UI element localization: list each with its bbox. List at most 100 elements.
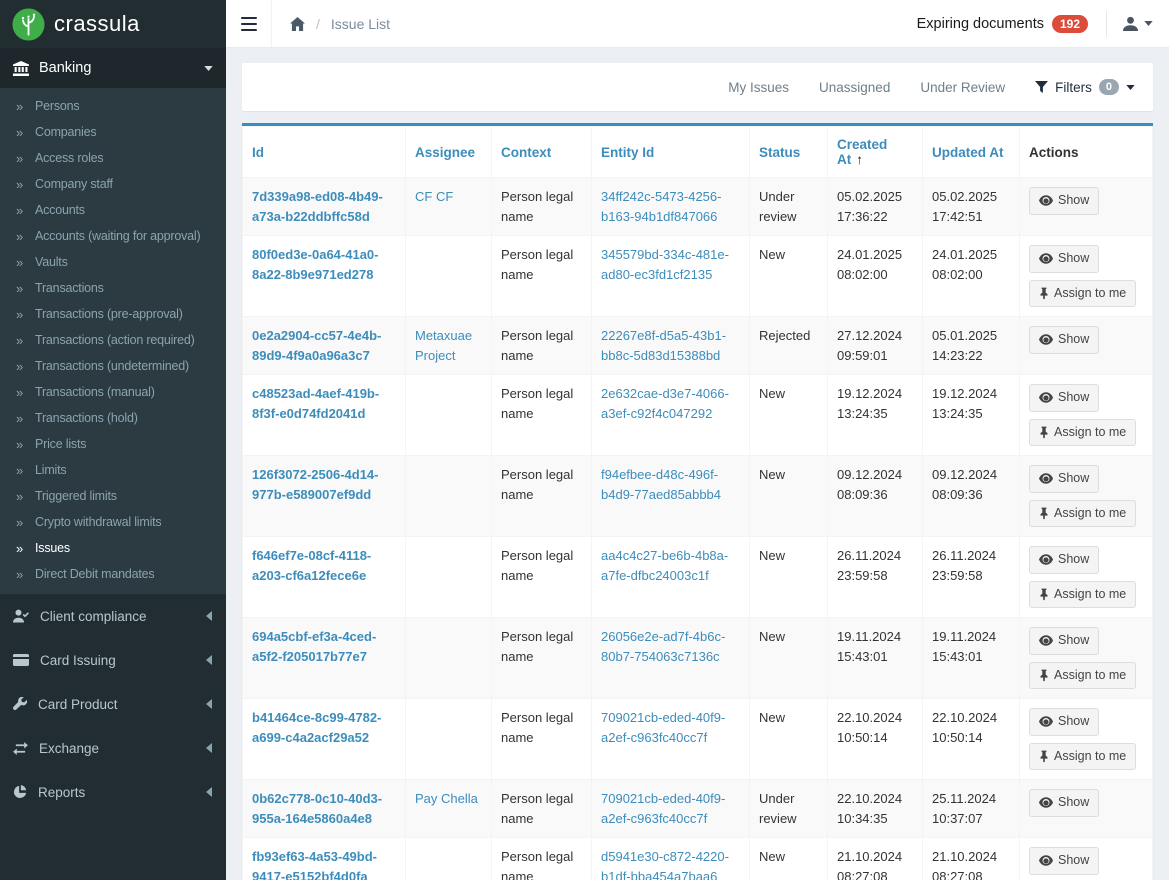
main-content: My Issues Unassigned Under Review Filters … [226,48,1169,880]
sidebar-item-transactions[interactable]: » Transactions [0,275,226,301]
sidebar-item-persons[interactable]: » Persons [0,93,226,119]
user-menu-button[interactable] [1107,0,1169,47]
status-cell: New [749,617,828,699]
sidebar-item-access-roles[interactable]: » Access roles [0,145,226,171]
show-button[interactable]: Show [1029,789,1100,817]
entity-id-link[interactable]: 345579bd-334c-481e-ad80-ec3fd1cf2135 [601,247,729,282]
assignee-cell: Metaxuae Project [405,316,492,375]
sidebar-item-price-lists[interactable]: » Price lists [0,431,226,457]
sidebar-item-transactions-undetermined[interactable]: » Transactions (undetermined) [0,353,226,379]
sidebar-item-accounts-waiting-for-approval[interactable]: » Accounts (waiting for approval) [0,223,226,249]
column-header-id[interactable]: Id [242,126,406,178]
column-header-created-at[interactable]: Created At ↑ [827,126,923,178]
show-button[interactable]: Show [1029,384,1100,412]
sidebar-item-issues[interactable]: » Issues [0,535,226,561]
issue-id-link[interactable]: c48523ad-4aef-419b-8f3f-e0d74fd2041d [252,386,379,421]
entity-id-link[interactable]: aa4c4c27-be6b-4b8a-a7fe-dfbc24003c1f [601,548,728,583]
sidebar-section-reports[interactable]: Reports [0,770,226,814]
assignee-link[interactable]: CF CF [415,189,453,204]
chevron-down-icon [204,65,213,71]
entity-id-link[interactable]: 709021cb-eded-40f9-a2ef-c963fc40cc7f [601,791,725,826]
sidebar-item-accounts[interactable]: » Accounts [0,197,226,223]
sidebar-item-transactions-action-required[interactable]: » Transactions (action required) [0,327,226,353]
column-header-status[interactable]: Status [749,126,828,178]
sidebar-item-company-staff[interactable]: » Company staff [0,171,226,197]
entity-id-link[interactable]: 709021cb-eded-40f9-a2ef-c963fc40cc7f [601,710,725,745]
filters-label: Filters [1055,79,1092,95]
updated-at-cell: 26.11.2024 23:59:58 [922,536,1020,618]
assignee-link[interactable]: Pay Chella [415,791,478,806]
sidebar-item-vaults[interactable]: » Vaults [0,249,226,275]
entity-id-cell: 709021cb-eded-40f9-a2ef-c963fc40cc7f [591,698,750,780]
issue-id-link[interactable]: fb93ef63-4a53-49bd-9417-e5152bf4d0fa [252,849,377,880]
show-button[interactable]: Show [1029,847,1100,875]
sidebar-item-triggered-limits[interactable]: » Triggered limits [0,483,226,509]
toolbar-link-my-issues[interactable]: My Issues [728,80,789,95]
entity-id-link[interactable]: 26056e2e-ad7f-4b6c-80b7-754063c7136c [601,629,725,664]
angle-double-right-icon: » [16,540,24,556]
column-header-entity-id[interactable]: Entity Id [591,126,750,178]
status-cell: New [749,698,828,780]
issue-id-link[interactable]: 694a5cbf-ef3a-4ced-a5f2-f205017b77e7 [252,629,376,664]
issue-id-link[interactable]: 126f3072-2506-4d14-977b-e589007ef9dd [252,467,378,502]
issue-id-link[interactable]: 0b62c778-0c10-40d3-955a-164e5860a4e8 [252,791,382,826]
status-cell: New [749,455,828,537]
sidebar-item-limits[interactable]: » Limits [0,457,226,483]
filters-dropdown[interactable]: Filters 0 [1035,79,1135,95]
button-label: Show [1058,193,1090,207]
assign-to-me-button[interactable]: Assign to me [1029,580,1137,608]
sidebar-section-banking[interactable]: Banking [0,48,226,88]
entity-id-link[interactable]: d5941e30-c872-4220-b1df-bba454a7baa6 [601,849,729,880]
show-button[interactable]: Show [1029,627,1100,655]
entity-id-link[interactable]: 34ff242c-5473-4256-b163-94b1df847066 [601,189,721,224]
status-cell: New [749,536,828,618]
sidebar-item-transactions-manual[interactable]: » Transactions (manual) [0,379,226,405]
show-button[interactable]: Show [1029,245,1100,273]
sidebar-item-crypto-withdrawal-limits[interactable]: » Crypto withdrawal limits [0,509,226,535]
sidebar-section-card-issuing[interactable]: Card Issuing [0,638,226,682]
show-button[interactable]: Show [1029,187,1100,215]
home-icon[interactable] [290,16,305,31]
issue-id-link[interactable]: f646ef7e-08cf-4118-a203-cf6a12fece6e [252,548,371,583]
sidebar-item-transactions-pre-approval[interactable]: » Transactions (pre-approval) [0,301,226,327]
column-header-context[interactable]: Context [491,126,592,178]
entity-id-link[interactable]: f94efbee-d48c-496f-b4d9-77aed85abbb4 [601,467,721,502]
assign-to-me-button[interactable]: Assign to me [1029,742,1137,770]
toolbar-link-unassigned[interactable]: Unassigned [819,80,890,95]
sidebar-item-direct-debit-mandates[interactable]: » Direct Debit mandates [0,561,226,587]
entity-id-link[interactable]: 2e632cae-d3e7-4066-a3ef-c92f4c047292 [601,386,729,421]
issue-id-link[interactable]: 80f0ed3e-0a64-41a0-8a22-8b9e971ed278 [252,247,378,282]
brand-logo[interactable]: crassula [0,0,226,48]
assign-to-me-button[interactable]: Assign to me [1029,279,1137,307]
expiring-documents-link[interactable]: Expiring documents 192 [899,0,1106,47]
button-label: Show [1058,332,1090,346]
show-button[interactable]: Show [1029,546,1100,574]
issue-row: c48523ad-4aef-419b-8f3f-e0d74fd2041d Pers… [242,374,1153,456]
column-header-updated-at[interactable]: Updated At [922,126,1020,178]
sidebar-section-client-compliance[interactable]: Client compliance [0,594,226,638]
entity-id-link[interactable]: 22267e8f-d5a5-43b1-bb8c-5d83d15388bd [601,328,726,363]
assign-to-me-button[interactable]: Assign to me [1029,661,1137,689]
sidebar-section-card-product[interactable]: Card Product [0,682,226,726]
assignee-link[interactable]: Metaxuae Project [415,328,472,363]
context-cell: Person legal name [491,536,592,618]
eye-icon [1039,253,1053,264]
issue-id-link[interactable]: b41464ce-8c99-4782-a699-c4a2acf29a52 [252,710,381,745]
button-label: Show [1058,552,1090,566]
issue-id-link[interactable]: 0e2a2904-cc57-4e4b-89d9-4f9a0a96a3c7 [252,328,381,363]
sidebar-section-exchange[interactable]: Exchange [0,726,226,770]
sidebar-item-companies[interactable]: » Companies [0,119,226,145]
assign-to-me-button[interactable]: Assign to me [1029,499,1137,527]
assign-to-me-button[interactable]: Assign to me [1029,418,1137,446]
sidebar-toggle-button[interactable] [226,0,272,47]
sidebar-item-transactions-hold[interactable]: » Transactions (hold) [0,405,226,431]
brand-name: crassula [54,11,140,36]
status-cell: New [749,837,828,880]
issue-id-link[interactable]: 7d339a98-ed08-4b49-a73a-b22ddbffc58d [252,189,383,224]
show-button[interactable]: Show [1029,326,1100,354]
toolbar-link-under-review[interactable]: Under Review [920,80,1005,95]
show-button[interactable]: Show [1029,708,1100,736]
column-header-assignee[interactable]: Assignee [405,126,492,178]
show-button[interactable]: Show [1029,465,1100,493]
pin-icon [1039,507,1049,520]
